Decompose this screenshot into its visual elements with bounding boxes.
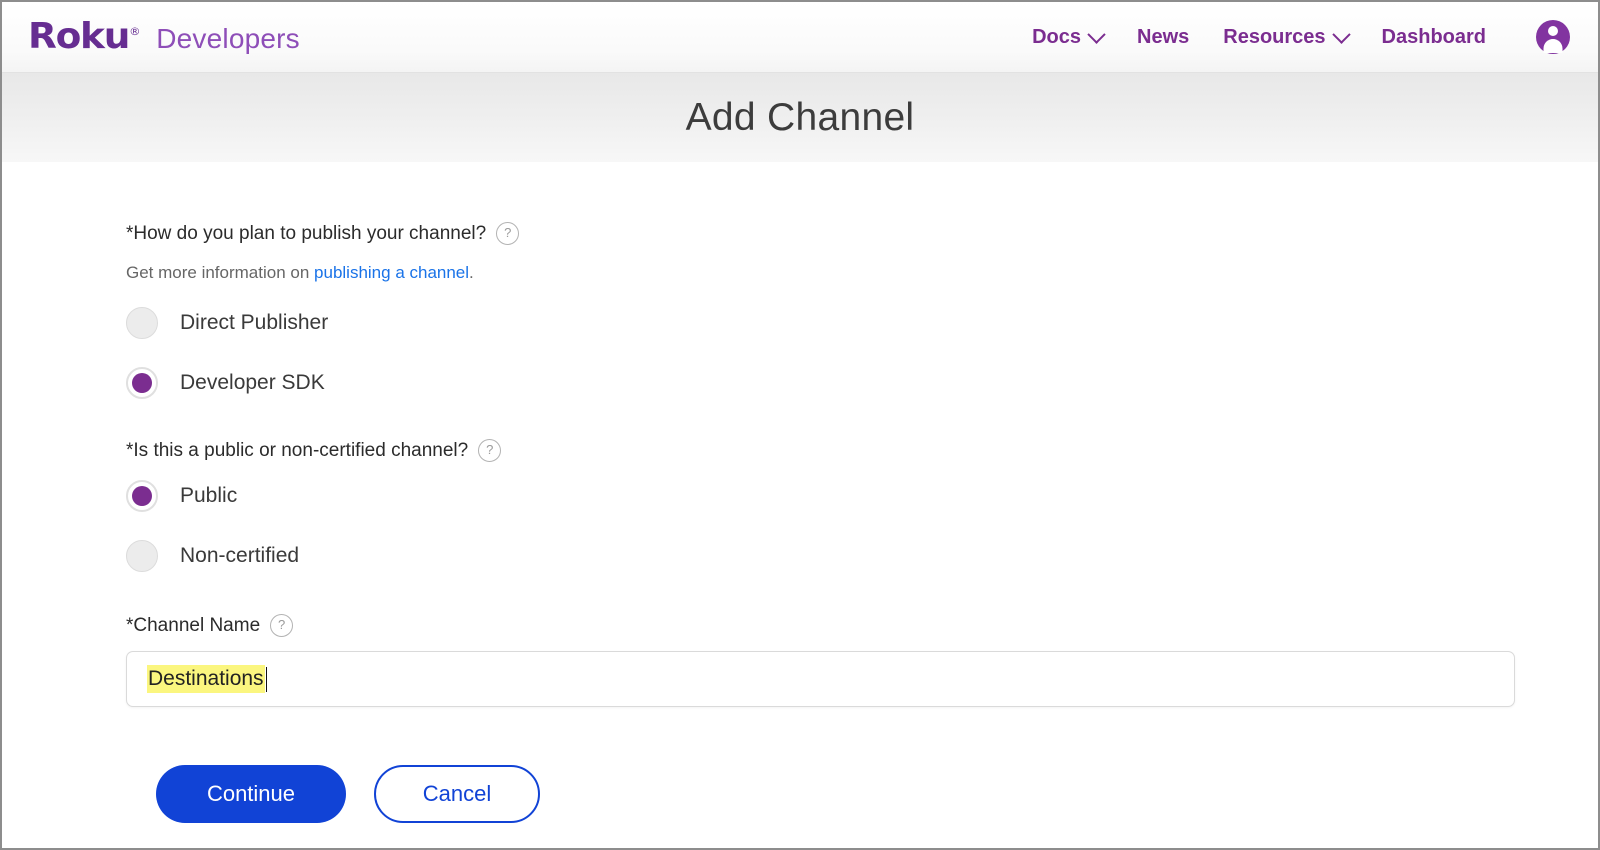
publishing-a-channel-link[interactable]: publishing a channel	[314, 263, 469, 282]
help-icon[interactable]: ?	[270, 614, 293, 637]
top-navigation-bar: Roku® Developers Docs News Resources Das…	[2, 2, 1598, 73]
radio-label-developer-sdk: Developer SDK	[180, 371, 325, 395]
roku-logo[interactable]: Roku®	[28, 19, 141, 55]
text-cursor	[266, 667, 268, 692]
page-title-band: Add Channel	[2, 73, 1598, 162]
nav-item-news[interactable]: News	[1137, 26, 1189, 49]
label-publish-question: *How do you plan to publish your channel…	[126, 222, 1598, 245]
nav-item-dashboard-label: Dashboard	[1382, 26, 1486, 49]
publish-help-text-suffix: .	[469, 263, 474, 282]
label-channel-name-text: *Channel Name	[126, 615, 260, 637]
radio-option-public[interactable]: Public	[126, 480, 237, 512]
radio-button-icon[interactable]	[126, 307, 158, 339]
form-actions: Continue Cancel	[126, 765, 1598, 823]
chevron-down-icon	[1087, 25, 1105, 43]
main-nav: Docs News Resources Dashboard	[1032, 20, 1570, 54]
nav-item-news-label: News	[1137, 26, 1189, 49]
radio-option-developer-sdk[interactable]: Developer SDK	[126, 367, 325, 399]
publish-help-text: Get more information on publishing a cha…	[126, 263, 1598, 283]
help-icon[interactable]: ?	[478, 439, 501, 462]
nav-item-dashboard[interactable]: Dashboard	[1382, 26, 1486, 49]
page-title: Add Channel	[686, 96, 915, 140]
label-publish-question-text: *How do you plan to publish your channel…	[126, 223, 486, 245]
radio-label-public: Public	[180, 484, 237, 508]
page-root: Roku® Developers Docs News Resources Das…	[0, 0, 1600, 850]
chevron-down-icon	[1332, 25, 1350, 43]
channel-name-input-value: Destinations	[147, 665, 265, 693]
nav-item-resources[interactable]: Resources	[1223, 26, 1347, 49]
radio-button-selected-icon[interactable]	[126, 480, 158, 512]
brand-subtitle: Developers	[156, 23, 300, 55]
radio-label-non-certified: Non-certified	[180, 544, 299, 568]
brand[interactable]: Roku® Developers	[28, 19, 300, 55]
radio-option-non-certified[interactable]: Non-certified	[126, 540, 299, 572]
account-circle-icon[interactable]	[1536, 20, 1570, 54]
radio-option-direct-publisher[interactable]: Direct Publisher	[126, 307, 328, 339]
nav-item-docs[interactable]: Docs	[1032, 26, 1103, 49]
publish-help-text-prefix: Get more information on	[126, 263, 314, 282]
channel-name-input[interactable]: Destinations	[126, 651, 1515, 707]
nav-item-resources-label: Resources	[1223, 26, 1325, 49]
form-content: *How do you plan to publish your channel…	[2, 162, 1598, 823]
continue-button[interactable]: Continue	[156, 765, 346, 823]
help-icon[interactable]: ?	[496, 222, 519, 245]
radio-label-direct-publisher: Direct Publisher	[180, 311, 328, 335]
roku-logo-text: Roku	[28, 16, 129, 57]
radio-button-icon[interactable]	[126, 540, 158, 572]
cancel-button[interactable]: Cancel	[374, 765, 540, 823]
radio-button-selected-icon[interactable]	[126, 367, 158, 399]
label-visibility-question: *Is this a public or non-certified chann…	[126, 439, 1598, 462]
label-channel-name: *Channel Name ?	[126, 614, 1598, 637]
label-visibility-question-text: *Is this a public or non-certified chann…	[126, 440, 468, 462]
trademark-mark: ®	[129, 25, 140, 38]
nav-item-docs-label: Docs	[1032, 26, 1081, 49]
